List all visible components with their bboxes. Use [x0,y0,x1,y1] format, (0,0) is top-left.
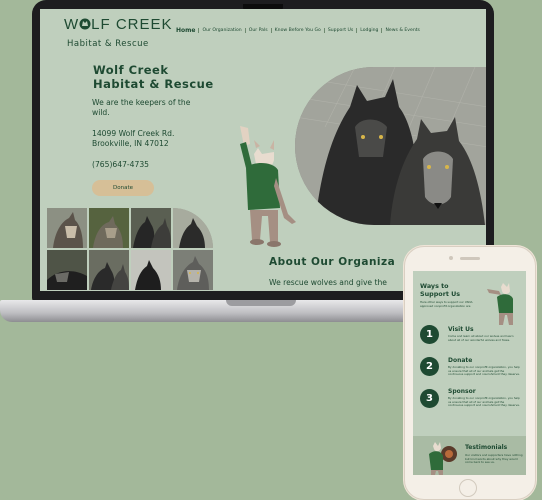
phone-camera [449,256,453,260]
phone-device: Ways to Support Us Here other ways to su… [404,246,536,500]
nav-our-organization[interactable]: Our Organization [198,28,244,33]
hero-wolves-photo [295,67,486,225]
wolf-head-icon [79,18,91,30]
grid-photo[interactable] [89,250,129,290]
mobile-title-line2: Support Us [420,290,461,298]
step-3-number: 3 [420,389,439,408]
hero-tagline-line1: We are the keepers of the [92,98,191,107]
step-3-title: Sponsor [448,388,476,395]
grid-photo[interactable] [173,208,213,248]
testimonials-text: Our visitors and supporters have nothing… [465,453,523,465]
grid-photo[interactable] [47,250,87,290]
wolf-mascot-illustration [240,126,296,247]
mobile-title: Ways to Support Us [420,282,460,298]
step-2-text: By donating to our nonprofit organizatio… [448,365,520,377]
hero-title-line2: Habitat & Rescue [93,76,214,91]
step-2-title: Donate [448,357,473,364]
nav-home[interactable]: Home [173,27,198,34]
hero-address-line1: 14099 Wolf Creek Rd. [92,129,175,138]
hero-title: Wolf Creek Habitat & Rescue [93,63,214,91]
testimonials-mascot-illustration [429,442,457,475]
grid-photo[interactable] [131,208,171,248]
main-nav: Home Our Organization Our Pals Know Befo… [173,27,423,34]
phone-screen: Ways to Support Us Here other ways to su… [413,271,526,475]
grid-photo[interactable] [47,208,87,248]
hero-tagline: We are the keepers of the wild. [92,98,190,118]
grid-photo[interactable] [173,250,213,290]
step-1-title: Visit Us [448,326,474,333]
step-1-number: 1 [420,325,439,344]
about-heading: About Our Organiza [269,256,396,268]
grid-photo[interactable] [89,208,129,248]
site-logo[interactable]: W LF CREEK [64,16,173,33]
hero-title-line1: Wolf Creek [93,63,169,77]
hero-address-line2: Brookville, IN 47012 [92,139,169,148]
donate-button[interactable]: Donate [92,180,154,196]
about-text: We rescue wolves and give the [269,278,387,287]
phone-speaker [460,257,480,260]
nav-support-us[interactable]: Support Us [323,28,356,33]
testimonials-section: Testimonials Our visitors and supporters… [413,436,526,475]
mobile-title-line1: Ways to [420,282,449,290]
hero-tagline-line2: wild. [92,108,110,117]
logo-letter-w: W [64,16,80,33]
nav-know-before-you-go[interactable]: Know Before You Go [270,28,324,33]
nav-lodging[interactable]: Lodging [356,28,381,33]
logo-text: LF CREEK [91,16,173,33]
laptop-base-groove [226,300,296,306]
step-2-number: 2 [420,357,439,376]
step-1-text: Come and learn all about our wolves and … [448,334,514,342]
nav-news-events[interactable]: News & Events [381,28,422,33]
mockup-canvas: W LF CREEK Habitat & Rescue Home Our Orga… [0,0,542,500]
nav-our-pals[interactable]: Our Pals [244,28,271,33]
logo-subtitle: Habitat & Rescue [67,39,149,49]
testimonials-heading: Testimonials [465,444,508,451]
step-3-text: By donating to our nonprofit organizatio… [448,396,520,408]
grid-photo[interactable] [131,250,171,290]
hero-address: 14099 Wolf Creek Rd. Brookville, IN 4701… [92,129,174,149]
phone-home-button[interactable] [459,479,477,497]
wolves-photo-image [295,67,486,225]
mobile-subtitle: Here other ways to support our USDA appr… [420,300,473,308]
mobile-mascot-illustration [487,283,513,325]
hero-phone: (765)647-4735 [92,160,149,169]
wolf-photo-grid [47,208,213,291]
